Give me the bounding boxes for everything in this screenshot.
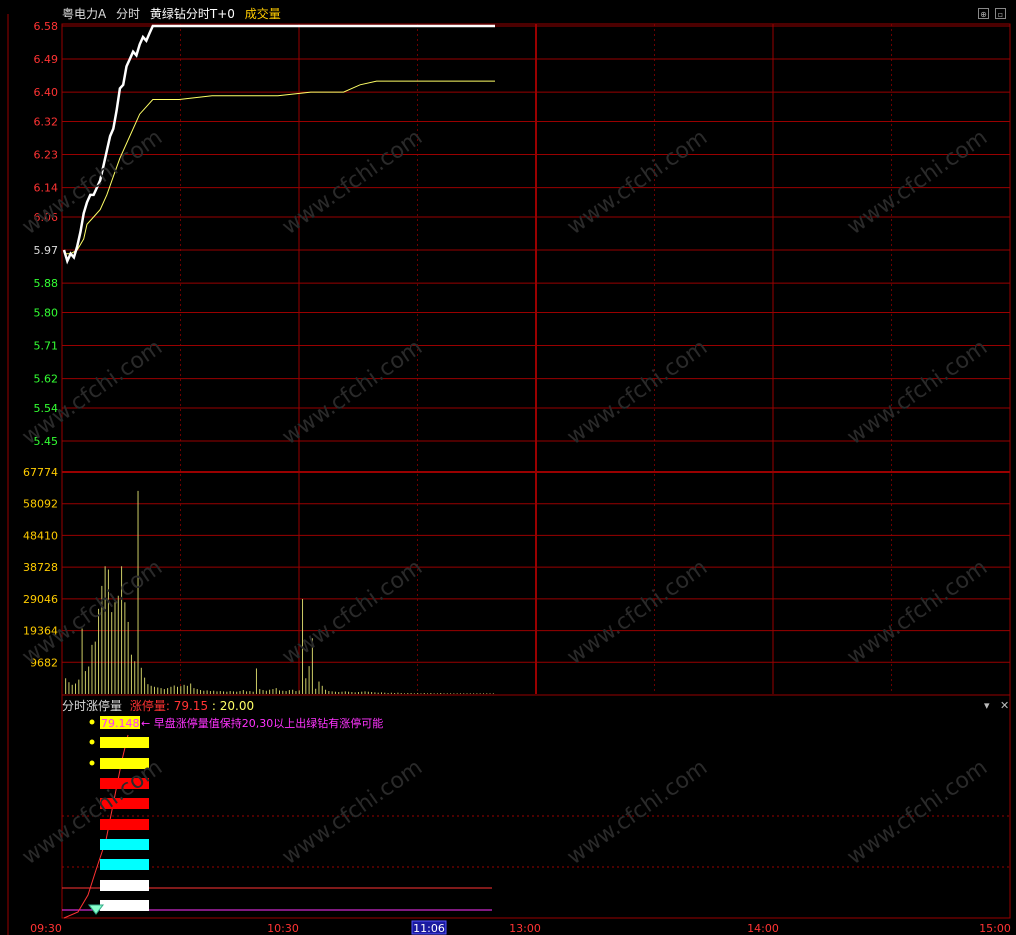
period-label[interactable]: 分时 <box>116 7 140 21</box>
chart-window: 6.58 6.49 6.40 6.32 6.23 6.14 6.06 5.97 5.88 5.80… <box>0 0 1016 935</box>
price-line <box>62 24 495 265</box>
signal-bar <box>100 778 149 789</box>
price-tick-label: 6.32 <box>34 115 59 128</box>
volume-tick-label: 48410 <box>23 529 58 542</box>
signal-dot <box>89 719 95 725</box>
signal-bar <box>100 758 149 769</box>
time-tick-label: 14:00 <box>747 922 779 935</box>
avg-price-line <box>64 80 495 255</box>
price-tick-label: 6.06 <box>34 211 59 224</box>
price-tick-label: 6.14 <box>34 182 59 195</box>
price-tick-label: 6.49 <box>34 53 59 66</box>
indicator-name[interactable]: 黄绿钻分时T+0 <box>150 7 235 21</box>
price-tick-label: 5.45 <box>34 435 59 448</box>
sub-panel-header: 分时涨停量 涨停量: 79.15 : 20.00 <box>62 697 254 714</box>
price-tick-label: 5.62 <box>34 373 59 386</box>
time-tick-label: 15:00 <box>979 922 1011 935</box>
signal-bar <box>100 839 149 850</box>
signal-bar <box>100 880 149 891</box>
sub-threshold: : 20.00 <box>211 699 255 713</box>
price-tick-label: 5.80 <box>34 306 59 319</box>
time-tick-label: 13:00 <box>509 922 541 935</box>
signal-dot <box>89 760 95 766</box>
sub-value-label: 涨停量: <box>129 699 170 713</box>
restore-icon[interactable]: ▫ <box>995 8 1006 19</box>
price-tick-label: 5.54 <box>34 402 59 415</box>
volume-tick-label: 29046 <box>23 593 58 606</box>
sub-panel-title[interactable]: 分时涨停量 <box>62 699 122 713</box>
volume-tick-label: 58092 <box>23 498 58 511</box>
time-tick-label: 09:30 <box>30 922 62 935</box>
stock-name[interactable]: 粤电力A <box>62 7 106 21</box>
crosshair-time-label: 11:06 <box>413 922 445 935</box>
volume-tick-label: 38728 <box>23 561 58 574</box>
intraday-chart: 6.58 6.49 6.40 6.32 6.23 6.14 6.06 5.97 5.88 5.80… <box>7 14 1011 935</box>
price-tick-label: 5.97 <box>34 244 59 257</box>
signal-value: 79.148 <box>101 717 140 730</box>
signal-dot <box>89 739 95 745</box>
signal-annotation: ← 早盘涨停量值保持20,30以上出绿钻有涨停可能 <box>141 716 383 730</box>
volume-tick-label: 19364 <box>23 625 58 638</box>
price-tick-label: 6.40 <box>34 86 59 99</box>
zoom-icon[interactable]: ⊕ <box>978 8 989 19</box>
signal-bar <box>100 900 149 911</box>
volume-tick-label: 67774 <box>23 466 58 479</box>
price-tick-label: 6.58 <box>34 20 59 33</box>
price-tick-label: 6.23 <box>34 149 59 162</box>
signal-bar <box>100 737 149 748</box>
close-icon[interactable]: ✕ <box>1000 699 1009 712</box>
signal-bar <box>100 798 149 809</box>
volume-label[interactable]: 成交量 <box>245 7 281 21</box>
signal-bar <box>100 819 149 830</box>
chart-header: 粤电力A 分时 黄绿钻分时T+0 成交量 <box>62 5 287 23</box>
price-tick-label: 5.71 <box>34 340 59 353</box>
signal-bar <box>100 859 149 870</box>
price-tick-label: 5.88 <box>34 277 59 290</box>
volume-tick-label: 9682 <box>30 656 58 669</box>
sub-value: 79.15 <box>173 699 209 713</box>
time-tick-label: 10:30 <box>267 922 299 935</box>
dropdown-icon[interactable]: ▾ <box>984 699 990 712</box>
